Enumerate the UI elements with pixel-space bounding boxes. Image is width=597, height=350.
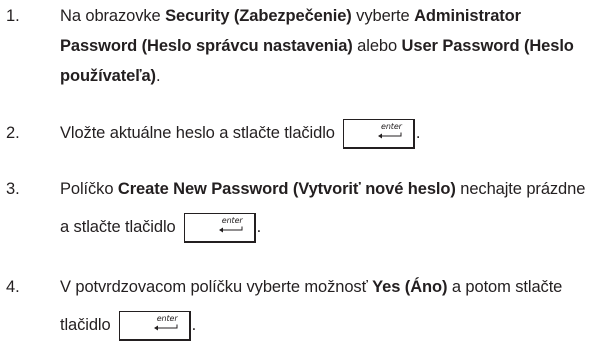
enter-key-label: enter: [156, 314, 178, 323]
yes-option: Yes (Áno): [372, 278, 448, 296]
step-text-part: .: [415, 124, 421, 142]
step-text-part: alebo: [352, 37, 402, 55]
create-new-password-field: Create New Password (Vytvoriť nové heslo…: [117, 180, 456, 198]
enter-arrow-icon: [153, 324, 178, 331]
enter-key-label: enter: [381, 122, 402, 131]
step-text-part: vyberte: [351, 7, 415, 25]
step-text-part: Vložte aktuálne heslo a stlačte tlačidlo: [60, 124, 335, 142]
step-text-part: V potvrdzovacom políčku vyberte možnosť: [60, 278, 373, 296]
enter-arrow-icon: [377, 132, 402, 139]
enter-key: enter: [118, 311, 191, 341]
step-number: 1.: [6, 7, 20, 25]
step-number: 3.: [6, 180, 20, 198]
step-number: 2.: [6, 124, 20, 142]
step-text: Vložte aktuálne heslo a stlačte tlačidlo…: [60, 118, 595, 149]
enter-arrow-icon: [218, 226, 243, 233]
step-text-part: .: [256, 218, 262, 236]
step-text-part: .: [191, 316, 197, 334]
step-text-part: Na obrazovke: [60, 7, 166, 25]
step-number: 4.: [6, 278, 20, 296]
enter-key-label: enter: [221, 216, 243, 225]
step-text: Políčko Create New Password (Vytvoriť no…: [60, 170, 595, 246]
enter-key: enter: [183, 213, 256, 243]
step-text: Na obrazovke Security (Zabezpečenie) vyb…: [60, 1, 595, 91]
security-screen-name: Security (Zabezpečenie): [165, 7, 352, 25]
step-text-part: .: [155, 67, 161, 85]
enter-key: enter: [342, 119, 415, 149]
step-text-part: Políčko: [60, 180, 118, 198]
step-text: V potvrdzovacom políčku vyberte možnosť …: [60, 268, 595, 344]
